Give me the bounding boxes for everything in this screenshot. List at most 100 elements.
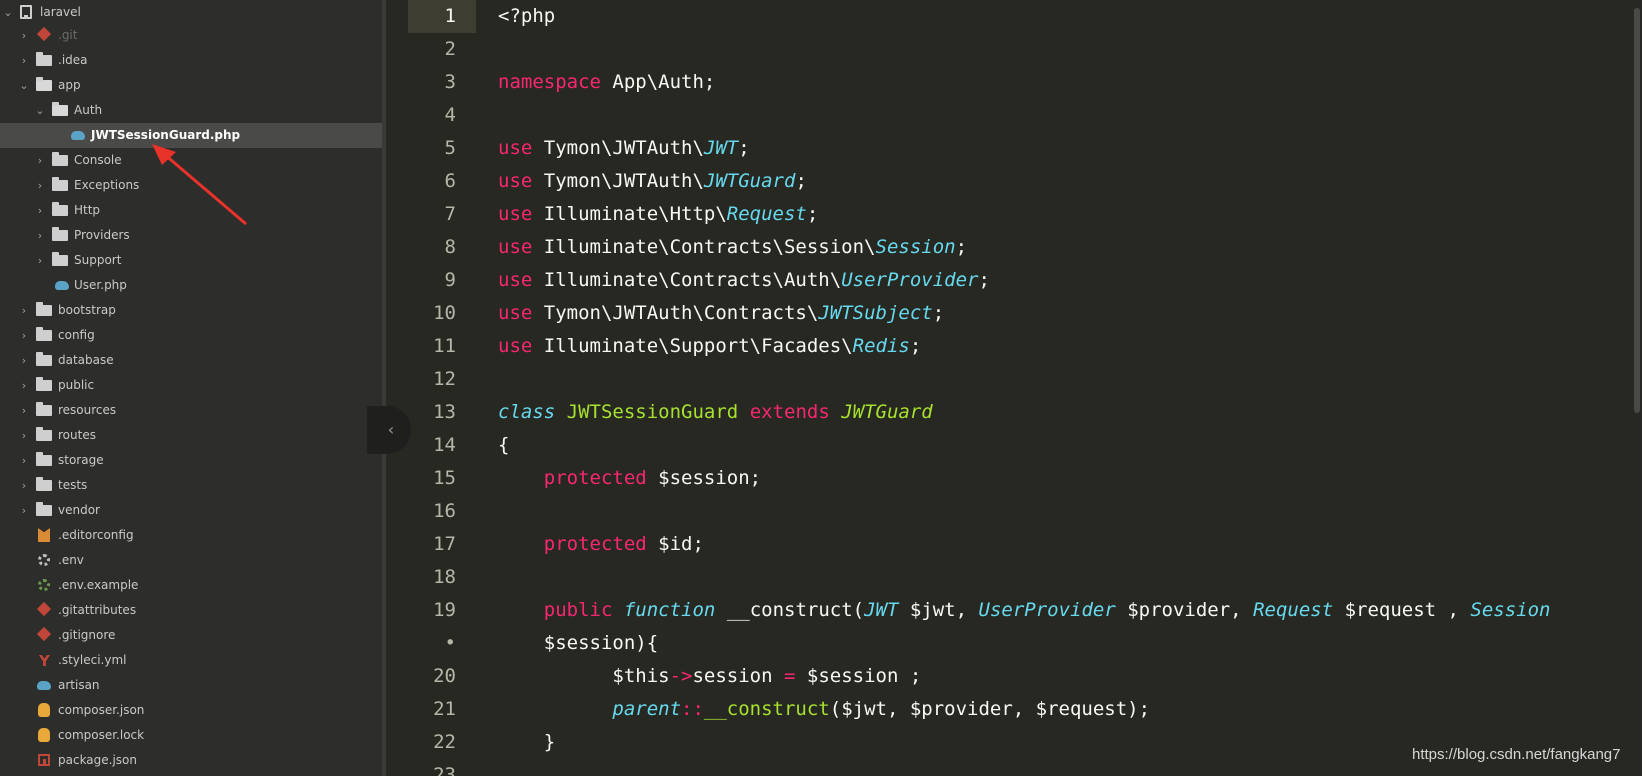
- code-token: <?php: [498, 5, 556, 27]
- tree-item-git[interactable]: › .git: [0, 23, 382, 48]
- tree-label: resources: [58, 403, 117, 417]
- tree-item-auth[interactable]: ⌄ Auth: [0, 98, 382, 123]
- folder-icon: [52, 202, 68, 217]
- tree-item-idea[interactable]: › .idea: [0, 48, 382, 73]
- chevron-right-icon[interactable]: ›: [18, 48, 30, 73]
- folder-open-icon: [52, 102, 68, 117]
- code-token: ($jwt, $provider, $request);: [829, 698, 1151, 720]
- chevron-right-icon[interactable]: ›: [18, 323, 30, 348]
- line-number: 7: [444, 203, 456, 225]
- code-token: parent: [612, 698, 682, 720]
- tree-item-gitattributes[interactable]: .gitattributes: [0, 598, 382, 623]
- chevron-down-icon[interactable]: ⌄: [18, 73, 30, 98]
- code-token: use: [498, 335, 533, 357]
- folder-icon: [36, 52, 52, 67]
- tree-label: .env.example: [58, 578, 139, 592]
- chevron-right-icon[interactable]: ›: [18, 448, 30, 473]
- code-token: Tymon\JWTAuth\: [532, 137, 704, 159]
- code-token: ;: [909, 335, 922, 357]
- tree-item-bootstrap[interactable]: › bootstrap: [0, 298, 382, 323]
- tree-label: Providers: [74, 228, 130, 242]
- folder-icon: [36, 302, 52, 317]
- folder-icon: [36, 327, 52, 342]
- chevron-right-icon[interactable]: ›: [34, 223, 46, 248]
- code-line: use Tymon\JWTAuth\JWT;: [498, 132, 750, 165]
- wrap-marker: •: [444, 632, 456, 654]
- tree-label: .editorconfig: [58, 528, 134, 542]
- code-token: UserProvider: [841, 269, 979, 291]
- php-icon: [36, 678, 52, 692]
- tree-item-database[interactable]: › database: [0, 348, 382, 373]
- tree-item-styleci[interactable]: Y .styleci.yml: [0, 648, 382, 673]
- tree-item-user-php[interactable]: User.php: [0, 273, 382, 298]
- tree-item-env[interactable]: .env: [0, 548, 382, 573]
- tree-item-app[interactable]: ⌄ app: [0, 73, 382, 98]
- chevron-down-icon[interactable]: ⌄: [2, 0, 14, 25]
- line-number: 19: [433, 599, 456, 621]
- chevron-down-icon[interactable]: ⌄: [34, 98, 46, 123]
- tree-item-vendor[interactable]: › vendor: [0, 498, 382, 523]
- tree-item-support[interactable]: › Support: [0, 248, 382, 273]
- chevron-right-icon[interactable]: ›: [18, 423, 30, 448]
- chevron-right-icon[interactable]: ›: [18, 23, 30, 48]
- code-token: extends: [749, 401, 830, 423]
- tree-item-routes[interactable]: › routes: [0, 423, 382, 448]
- tree-label: .gitattributes: [58, 603, 137, 617]
- chevron-right-icon[interactable]: ›: [18, 498, 30, 523]
- tree-item-artisan[interactable]: artisan: [0, 673, 382, 698]
- tree-item-package-json[interactable]: package.json: [0, 748, 382, 773]
- tree-label: Http: [74, 203, 101, 217]
- code-line: parent::__construct($jwt, $provider, $re…: [498, 693, 1150, 726]
- tree-label: .env: [58, 553, 84, 567]
- code-token: protected: [543, 533, 647, 555]
- tree-item-tests[interactable]: › tests: [0, 473, 382, 498]
- line-number: 4: [444, 104, 456, 126]
- chevron-right-icon[interactable]: ›: [34, 248, 46, 273]
- folder-icon: [36, 477, 52, 492]
- tree-label: composer.json: [58, 703, 145, 717]
- chevron-right-icon[interactable]: ›: [34, 198, 46, 223]
- chevron-right-icon[interactable]: ›: [18, 398, 30, 423]
- code-token: JWTSubject: [818, 302, 933, 324]
- project-tree-sidebar: ⌄ laravel › .git › .idea ⌄ app ⌄ Auth JW…: [0, 0, 382, 776]
- chevron-right-icon[interactable]: ›: [18, 373, 30, 398]
- php-icon: [54, 278, 70, 292]
- tree-label: vendor: [58, 503, 100, 517]
- code-token: ;: [795, 170, 807, 192]
- line-number: 17: [433, 533, 456, 555]
- chevron-right-icon[interactable]: ›: [18, 348, 30, 373]
- git-icon: [36, 626, 52, 642]
- folder-icon: [52, 152, 68, 167]
- tree-root-laravel[interactable]: ⌄ laravel: [0, 0, 382, 25]
- tree-item-composer-json[interactable]: composer.json: [0, 698, 382, 723]
- tree-item-composer-lock[interactable]: composer.lock: [0, 723, 382, 748]
- chevron-right-icon[interactable]: ›: [18, 298, 30, 323]
- code-token: function: [623, 599, 716, 621]
- tree-label: composer.lock: [58, 728, 145, 742]
- code-token: JWT: [703, 137, 739, 159]
- tree-item-storage[interactable]: › storage: [0, 448, 382, 473]
- tree-item-public[interactable]: › public: [0, 373, 382, 398]
- code-token: use: [498, 236, 533, 258]
- chevron-right-icon[interactable]: ›: [18, 473, 30, 498]
- tree-item-gitignore[interactable]: .gitignore: [0, 623, 382, 648]
- tree-item-editorconfig[interactable]: .editorconfig: [0, 523, 382, 548]
- chevron-right-icon[interactable]: ›: [34, 173, 46, 198]
- tree-item-resources[interactable]: › resources: [0, 398, 382, 423]
- chevron-right-icon[interactable]: ›: [34, 148, 46, 173]
- tree-item-env-example[interactable]: .env.example: [0, 573, 382, 598]
- code-editor[interactable]: 1 2 3 4 5 6 7 8 9 10 11 12 13 14 15 16 1…: [386, 0, 1642, 776]
- scrollbar-thumb[interactable]: [1634, 8, 1640, 413]
- code-line: use Illuminate\Support\Facades\Redis;: [498, 330, 921, 363]
- code-token: protected: [543, 467, 647, 489]
- code-token: Illuminate\Http\: [532, 203, 727, 225]
- code-token: $provider,: [1115, 599, 1254, 621]
- folder-open-icon: [36, 77, 52, 92]
- code-token: ->: [669, 665, 693, 687]
- folder-icon: [36, 402, 52, 417]
- line-number: 16: [433, 500, 456, 522]
- tree-item-config[interactable]: › config: [0, 323, 382, 348]
- tree-label: .idea: [58, 53, 88, 67]
- code-token: UserProvider: [978, 599, 1116, 621]
- tree-label: database: [58, 353, 114, 367]
